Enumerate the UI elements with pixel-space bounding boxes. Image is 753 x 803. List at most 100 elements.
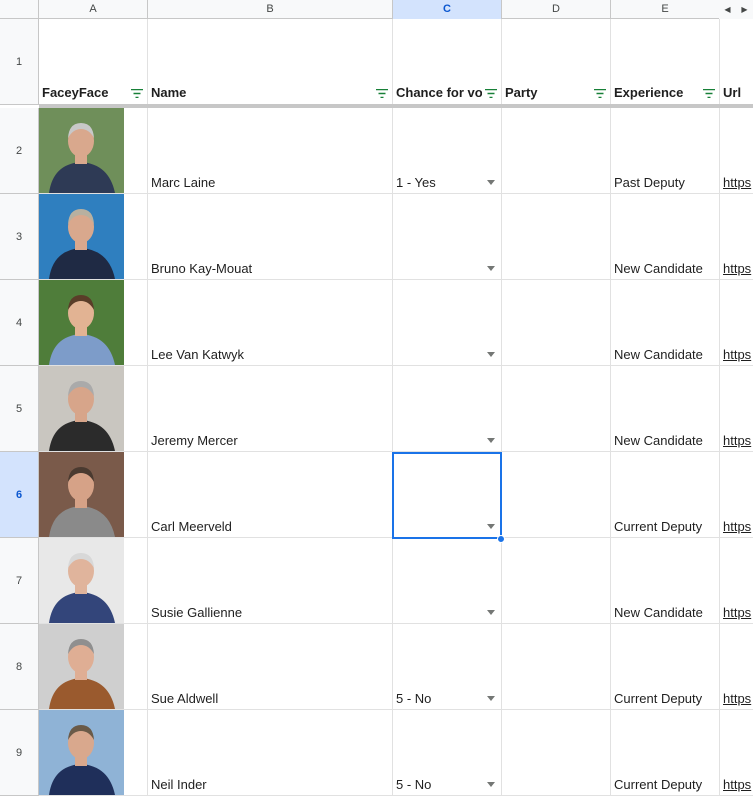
cell-url[interactable]: https xyxy=(720,624,753,710)
scroll-right-icon[interactable]: ▶ xyxy=(741,5,747,14)
cell-experience[interactable]: Current Deputy xyxy=(611,710,720,796)
experience-text: New Candidate xyxy=(614,433,703,448)
filter-icon[interactable] xyxy=(703,89,715,98)
cell-photo[interactable] xyxy=(39,108,148,194)
cell-url[interactable]: https xyxy=(720,452,753,538)
column-header-d[interactable]: D xyxy=(502,0,611,19)
cell-chance[interactable] xyxy=(393,194,502,280)
cell-chance[interactable]: 5 - No xyxy=(393,710,502,796)
cell-party[interactable] xyxy=(502,624,611,710)
cell-name[interactable]: Lee Van Katwyk xyxy=(148,280,393,366)
cell-url[interactable]: https xyxy=(720,538,753,624)
cell-photo[interactable] xyxy=(39,538,148,624)
dropdown-arrow-icon[interactable] xyxy=(487,782,495,787)
row-header-6[interactable]: 6 xyxy=(0,452,39,538)
cell-photo[interactable] xyxy=(39,366,148,452)
name-text: Neil Inder xyxy=(151,777,207,792)
candidate-photo xyxy=(39,624,124,709)
cell-party[interactable] xyxy=(502,280,611,366)
cell-experience[interactable]: Past Deputy xyxy=(611,108,720,194)
cell-url[interactable]: https xyxy=(720,710,753,796)
row-header-1[interactable]: 1 xyxy=(0,19,39,105)
cell-experience[interactable]: Current Deputy xyxy=(611,452,720,538)
column-header-b[interactable]: B xyxy=(148,0,393,19)
header-cell-chance[interactable]: Chance for vo xyxy=(393,19,502,105)
row-header-4[interactable]: 4 xyxy=(0,280,39,366)
cell-photo[interactable] xyxy=(39,624,148,710)
cell-chance[interactable]: 1 - Yes xyxy=(393,108,502,194)
cell-photo[interactable] xyxy=(39,280,148,366)
url-text[interactable]: https xyxy=(723,519,751,534)
cell-name[interactable]: Susie Gallienne xyxy=(148,538,393,624)
cell-photo[interactable] xyxy=(39,710,148,796)
cell-url[interactable]: https xyxy=(720,194,753,280)
row-header-3[interactable]: 3 xyxy=(0,194,39,280)
cell-party[interactable] xyxy=(502,710,611,796)
column-header-e[interactable]: E xyxy=(611,0,720,19)
experience-text: Past Deputy xyxy=(614,175,685,190)
dropdown-arrow-icon[interactable] xyxy=(487,610,495,615)
dropdown-arrow-icon[interactable] xyxy=(487,180,495,185)
filter-icon[interactable] xyxy=(594,89,606,98)
row-header-9[interactable]: 9 xyxy=(0,710,39,796)
column-header-a[interactable]: A xyxy=(39,0,148,19)
cell-name[interactable]: Sue Aldwell xyxy=(148,624,393,710)
dropdown-arrow-icon[interactable] xyxy=(487,352,495,357)
cell-photo[interactable] xyxy=(39,194,148,280)
url-text[interactable]: https xyxy=(723,433,751,448)
cell-chance[interactable] xyxy=(393,366,502,452)
url-text[interactable]: https xyxy=(723,175,751,190)
row-header-7[interactable]: 7 xyxy=(0,538,39,624)
url-text[interactable]: https xyxy=(723,605,751,620)
url-text[interactable]: https xyxy=(723,261,751,276)
cell-url[interactable]: https xyxy=(720,280,753,366)
name-text: Sue Aldwell xyxy=(151,691,219,706)
cell-experience[interactable]: New Candidate xyxy=(611,366,720,452)
cell-party[interactable] xyxy=(502,108,611,194)
cell-url[interactable]: https xyxy=(720,108,753,194)
cell-chance[interactable] xyxy=(393,538,502,624)
header-label-party: Party xyxy=(505,85,538,100)
column-scroll-arrows[interactable]: ◀ ▶ xyxy=(719,0,753,19)
scroll-left-icon[interactable]: ◀ xyxy=(724,5,730,14)
cell-experience[interactable]: New Candidate xyxy=(611,280,720,366)
header-cell-party[interactable]: Party xyxy=(502,19,611,105)
filter-icon[interactable] xyxy=(376,89,388,98)
header-cell-faceyface[interactable]: FaceyFace xyxy=(39,19,148,105)
dropdown-arrow-icon[interactable] xyxy=(487,696,495,701)
cell-photo[interactable] xyxy=(39,452,148,538)
fill-handle[interactable] xyxy=(497,535,505,543)
url-text[interactable]: https xyxy=(723,347,751,362)
header-cell-experience[interactable]: Experience xyxy=(611,19,720,105)
dropdown-arrow-icon[interactable] xyxy=(487,438,495,443)
row-header-5[interactable]: 5 xyxy=(0,366,39,452)
cell-experience[interactable]: Current Deputy xyxy=(611,624,720,710)
row-header-2[interactable]: 2 xyxy=(0,108,39,194)
filter-icon[interactable] xyxy=(485,89,497,98)
select-all-corner[interactable] xyxy=(0,0,39,19)
cell-party[interactable] xyxy=(502,194,611,280)
experience-text: New Candidate xyxy=(614,605,703,620)
header-cell-url[interactable]: Url xyxy=(720,19,753,105)
dropdown-arrow-icon[interactable] xyxy=(487,266,495,271)
column-header-c[interactable]: C xyxy=(393,0,502,19)
cell-party[interactable] xyxy=(502,538,611,624)
cell-name[interactable]: Marc Laine xyxy=(148,108,393,194)
filter-icon[interactable] xyxy=(131,89,143,98)
url-text[interactable]: https xyxy=(723,691,751,706)
cell-party[interactable] xyxy=(502,366,611,452)
cell-experience[interactable]: New Candidate xyxy=(611,194,720,280)
row-header-8[interactable]: 8 xyxy=(0,624,39,710)
cell-chance[interactable] xyxy=(393,280,502,366)
cell-experience[interactable]: New Candidate xyxy=(611,538,720,624)
cell-name[interactable]: Neil Inder xyxy=(148,710,393,796)
cell-chance[interactable]: 5 - No xyxy=(393,624,502,710)
cell-party[interactable] xyxy=(502,452,611,538)
cell-name[interactable]: Bruno Kay-Mouat xyxy=(148,194,393,280)
url-text[interactable]: https xyxy=(723,777,751,792)
header-cell-name[interactable]: Name xyxy=(148,19,393,105)
spreadsheet-grid[interactable]: A B C D E ◀ ▶ 1 FaceyFace Name Chance fo… xyxy=(0,0,753,803)
cell-name[interactable]: Carl Meerveld xyxy=(148,452,393,538)
cell-name[interactable]: Jeremy Mercer xyxy=(148,366,393,452)
cell-url[interactable]: https xyxy=(720,366,753,452)
